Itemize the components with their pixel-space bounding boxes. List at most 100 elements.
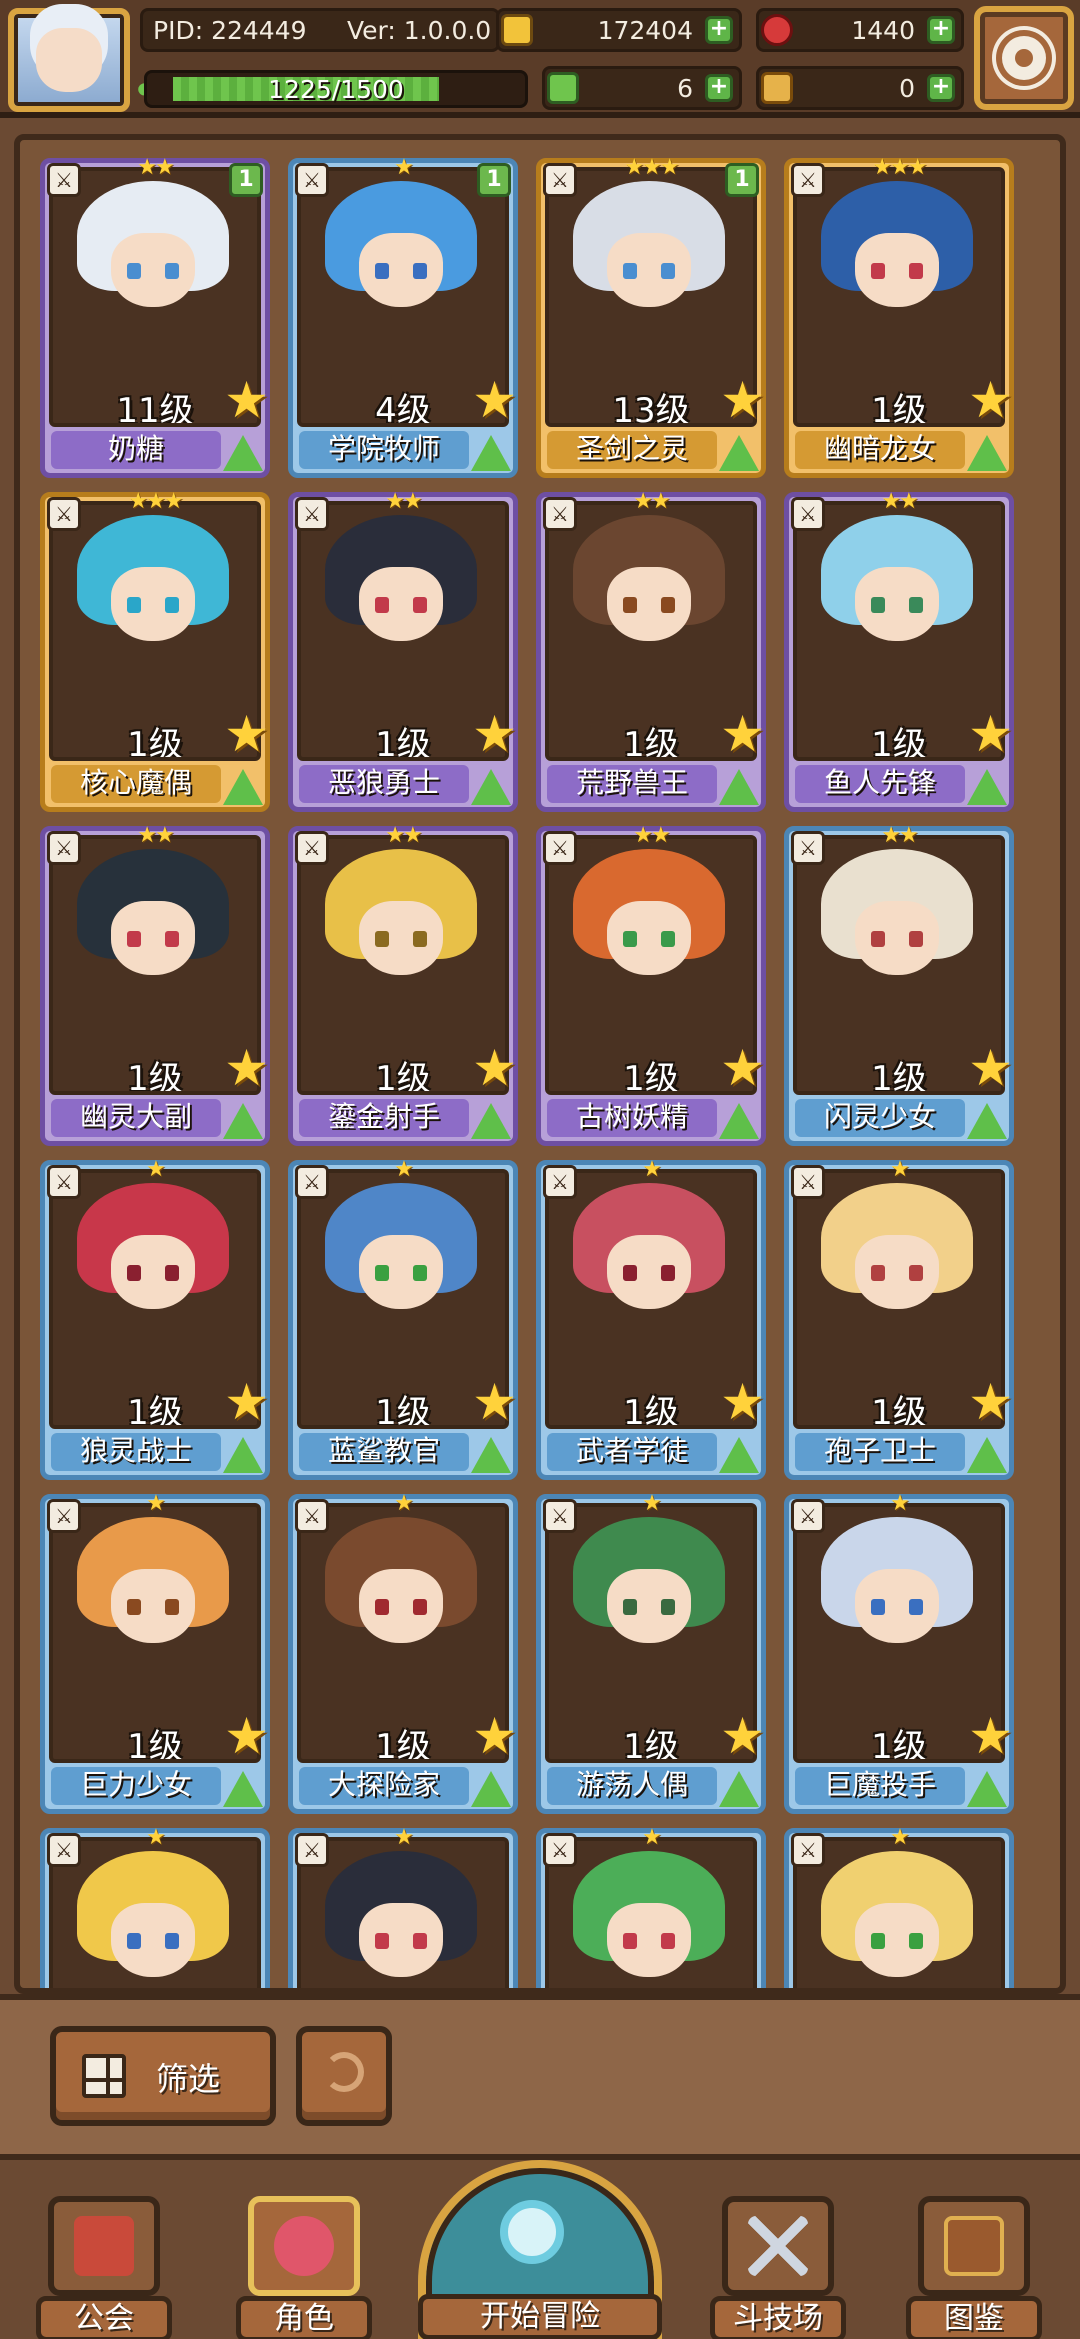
card-stars: ★ xyxy=(394,1157,414,1182)
settings-button[interactable] xyxy=(974,6,1074,110)
character-card[interactable]: 1级 ⚔ ★★ ★ 闪灵少女 xyxy=(784,823,1014,1146)
character-card[interactable]: 1级 ⚔ ★ ★ 游荡人偶 xyxy=(536,1491,766,1814)
codex-book-icon xyxy=(918,2196,1030,2296)
level-up-arrow-icon[interactable] xyxy=(967,435,1007,471)
gold-amount: 172404 xyxy=(597,16,693,45)
level-up-arrow-icon[interactable] xyxy=(967,1103,1007,1139)
character-face-art xyxy=(607,901,691,975)
bottom-nav: 公会 角色 开始冒险 斗技场 图鉴 xyxy=(0,2154,1080,2339)
red-gem-icon xyxy=(761,14,793,46)
add-key-button[interactable]: + xyxy=(927,74,955,102)
character-card[interactable]: 1级 ⚔ ★★★ ★ 核心魔偶 xyxy=(40,489,270,812)
character-card[interactable]: 1级 ⚔ ★★★ ★ 幽暗龙女 xyxy=(784,155,1014,478)
character-eye-art xyxy=(413,1265,427,1281)
star-upgrade-icon[interactable]: ★ xyxy=(968,1039,1013,1097)
star-upgrade-icon[interactable]: ★ xyxy=(472,371,517,429)
level-up-arrow-icon[interactable] xyxy=(223,1771,263,1807)
character-card[interactable]: 11级 ⚔ ★★ 1 ★ 奶糖 xyxy=(40,155,270,478)
character-eye-art xyxy=(413,597,427,613)
character-card[interactable]: 1级 ⚔ ★ ★ 大探险家 xyxy=(288,1491,518,1814)
level-up-arrow-icon[interactable] xyxy=(967,1437,1007,1473)
level-up-arrow-icon[interactable] xyxy=(471,1437,511,1473)
character-card[interactable]: 4级 ⚔ ★ 1 ★ 学院牧师 xyxy=(288,155,518,478)
refresh-button[interactable] xyxy=(296,2026,392,2126)
level-up-arrow-icon[interactable] xyxy=(967,1771,1007,1807)
star-upgrade-icon[interactable]: ★ xyxy=(720,371,765,429)
level-up-arrow-icon[interactable] xyxy=(719,435,759,471)
star-upgrade-icon[interactable]: ★ xyxy=(720,1373,765,1431)
card-stars: ★★ xyxy=(633,489,670,514)
character-card[interactable]: 1级 ⚔ ★★ ★ 鎏金射手 xyxy=(288,823,518,1146)
character-eye-art xyxy=(375,931,389,947)
star-upgrade-icon[interactable]: ★ xyxy=(968,705,1013,763)
nav-characters[interactable]: 角色 xyxy=(236,2196,372,2339)
level-up-arrow-icon[interactable] xyxy=(719,769,759,805)
card-name: 鎏金射手 xyxy=(299,1099,469,1137)
character-card[interactable]: 1级 ⚔ ★ ★ 蓝鲨教官 xyxy=(288,1157,518,1480)
character-card[interactable]: 1级 ⚔ ★ ★ 武者学徒 xyxy=(536,1157,766,1480)
character-card[interactable]: 1级 ⚔ ★ ★ 巨力少女 xyxy=(40,1491,270,1814)
star-upgrade-icon[interactable]: ★ xyxy=(472,705,517,763)
level-up-arrow-icon[interactable] xyxy=(719,1437,759,1473)
character-card[interactable]: 13级 ⚔ ★★★ 1 ★ 圣剑之灵 xyxy=(536,155,766,478)
character-eye-art xyxy=(375,1599,389,1615)
level-up-arrow-icon[interactable] xyxy=(471,1103,511,1139)
character-eye-art xyxy=(165,597,179,613)
character-card[interactable]: 1级 ⚔ ★ ★ 孢子卫士 xyxy=(784,1157,1014,1480)
character-card[interactable]: 1级 ⚔ ★★ ★ 恶狼勇士 xyxy=(288,489,518,812)
star-upgrade-icon[interactable]: ★ xyxy=(720,705,765,763)
level-up-arrow-icon[interactable] xyxy=(471,769,511,805)
star-upgrade-icon[interactable]: ★ xyxy=(224,705,269,763)
card-name: 圣剑之灵 xyxy=(547,431,717,469)
card-stars: ★★★ xyxy=(128,489,183,514)
character-eye-art xyxy=(623,263,637,279)
filter-button[interactable]: 筛选 xyxy=(50,2026,276,2126)
clover-row: 6 + xyxy=(542,66,742,110)
level-up-arrow-icon[interactable] xyxy=(471,1771,511,1807)
character-card[interactable]: 1级 ⚔ ★ ★ 狼灵战士 xyxy=(40,1157,270,1480)
add-gold-button[interactable]: + xyxy=(705,16,733,44)
character-card[interactable]: 1级 ⚔ ★★ ★ 鱼人先锋 xyxy=(784,489,1014,812)
character-eye-art xyxy=(661,263,675,279)
star-upgrade-icon[interactable]: ★ xyxy=(224,1039,269,1097)
character-face-art xyxy=(607,1903,691,1977)
level-up-arrow-icon[interactable] xyxy=(223,1103,263,1139)
level-up-arrow-icon[interactable] xyxy=(223,1437,263,1473)
character-card[interactable]: 1级 ⚔ ★★ ★ 荒野兽王 xyxy=(536,489,766,812)
level-up-arrow-icon[interactable] xyxy=(719,1103,759,1139)
level-up-arrow-icon[interactable] xyxy=(223,435,263,471)
character-card[interactable]: ⚔ ★ xyxy=(288,1825,518,1988)
nav-start-adventure[interactable]: 开始冒险 xyxy=(408,2160,672,2339)
character-card[interactable]: ⚔ ★ xyxy=(40,1825,270,1988)
character-card[interactable]: ⚔ ★ xyxy=(536,1825,766,1988)
star-upgrade-icon[interactable]: ★ xyxy=(720,1039,765,1097)
level-up-arrow-icon[interactable] xyxy=(223,769,263,805)
star-upgrade-icon[interactable]: ★ xyxy=(224,1707,269,1765)
character-card[interactable]: ⚔ ★ xyxy=(784,1825,1014,1988)
level-up-arrow-icon[interactable] xyxy=(471,435,511,471)
star-upgrade-icon[interactable]: ★ xyxy=(472,1373,517,1431)
character-card[interactable]: 1级 ⚔ ★★ ★ 幽灵大副 xyxy=(40,823,270,1146)
character-card[interactable]: 1级 ⚔ ★★ ★ 古树妖精 xyxy=(536,823,766,1146)
character-card[interactable]: 1级 ⚔ ★ ★ 巨魔投手 xyxy=(784,1491,1014,1814)
star-upgrade-icon[interactable]: ★ xyxy=(968,371,1013,429)
star-upgrade-icon[interactable]: ★ xyxy=(472,1039,517,1097)
star-upgrade-icon[interactable]: ★ xyxy=(472,1707,517,1765)
star-upgrade-icon[interactable]: ★ xyxy=(224,1373,269,1431)
crossed-swords-icon xyxy=(722,2196,834,2296)
star-upgrade-icon[interactable]: ★ xyxy=(968,1373,1013,1431)
star-upgrade-icon[interactable]: ★ xyxy=(720,1707,765,1765)
star-upgrade-icon[interactable]: ★ xyxy=(224,371,269,429)
level-up-arrow-icon[interactable] xyxy=(967,769,1007,805)
add-clover-button[interactable]: + xyxy=(705,74,733,102)
character-eye-art xyxy=(623,1265,637,1281)
player-avatar[interactable] xyxy=(8,8,130,112)
nav-guild[interactable]: 公会 xyxy=(36,2196,172,2339)
level-up-arrow-icon[interactable] xyxy=(719,1771,759,1807)
nav-codex[interactable]: 图鉴 xyxy=(906,2196,1042,2339)
star-upgrade-icon[interactable]: ★ xyxy=(968,1707,1013,1765)
character-grid[interactable]: 11级 ⚔ ★★ 1 ★ 奶糖 4级 ⚔ ★ 1 ★ 学院牧师 13级 ⚔ ★★… xyxy=(14,134,1066,1994)
add-gem-button[interactable]: + xyxy=(927,16,955,44)
character-eye-art xyxy=(871,263,885,279)
nav-arena[interactable]: 斗技场 xyxy=(710,2196,846,2339)
